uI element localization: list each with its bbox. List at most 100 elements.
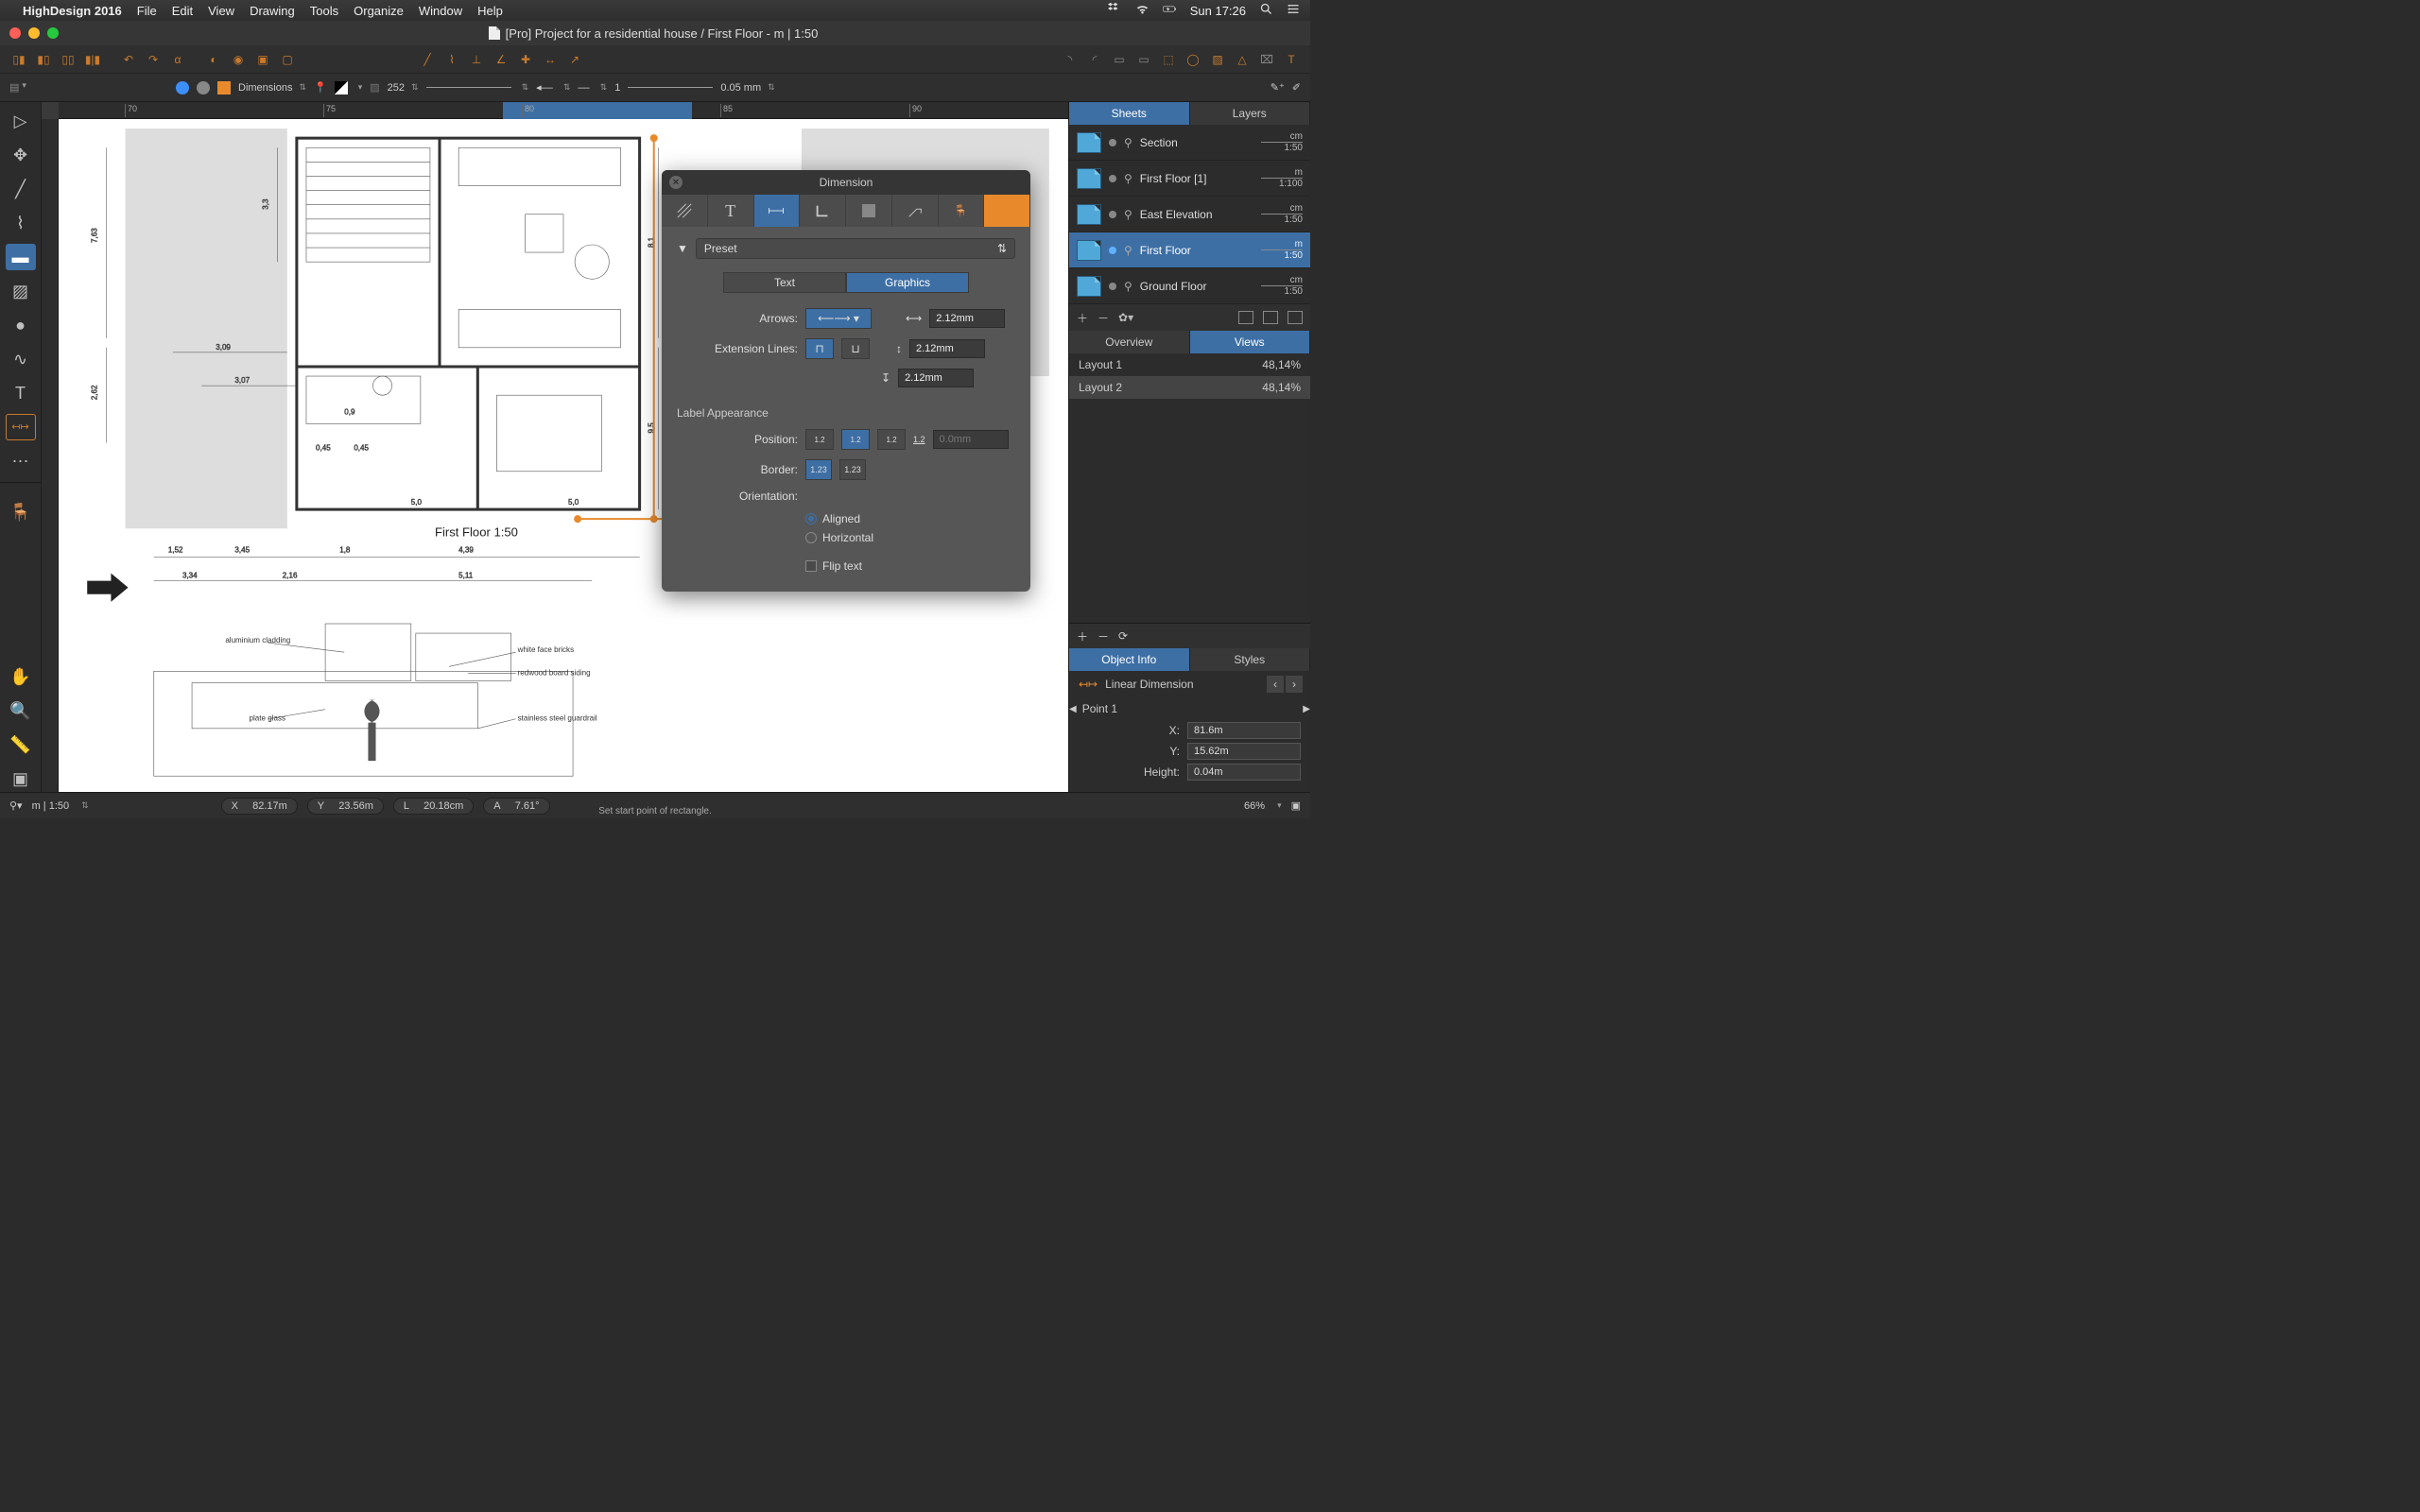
fit-icon[interactable]: ▣	[1291, 799, 1301, 812]
ruler-horizontal[interactable]: 70 75 80 85 90	[59, 102, 1068, 119]
cross-icon[interactable]: ✚	[516, 51, 535, 68]
diag-icon[interactable]: ↗	[565, 51, 584, 68]
close-panel-button[interactable]: ✕	[669, 176, 683, 189]
color-swatch-blue[interactable]	[176, 81, 189, 94]
view-mode-2-icon[interactable]	[1263, 311, 1278, 324]
subtab-text[interactable]: Text	[723, 272, 846, 293]
preset-dropdown[interactable]: Preset⇅	[696, 238, 1015, 259]
line-tool[interactable]: ╱	[6, 176, 36, 202]
alpha-icon[interactable]: α	[168, 51, 187, 68]
move-tool[interactable]: ✥	[6, 142, 36, 168]
dim-tab-text[interactable]: T	[708, 195, 754, 227]
pan-tool[interactable]: ✋	[6, 663, 36, 690]
prev-object-button[interactable]: ‹	[1267, 676, 1284, 693]
menu-extras-icon[interactable]	[1287, 2, 1301, 19]
sheet-settings-button[interactable]: ✿▾	[1118, 311, 1133, 324]
app-name[interactable]: HighDesign 2016	[23, 4, 122, 18]
menu-view[interactable]: View	[208, 4, 234, 18]
text-rect-icon[interactable]: ⌧	[1257, 51, 1276, 68]
sheet-first-floor[interactable]: ⚲First Floorm1:50	[1069, 232, 1310, 268]
y-field[interactable]	[1187, 743, 1301, 760]
dim-tab-color[interactable]	[984, 195, 1030, 227]
ext-off-button[interactable]: ⊔	[841, 338, 870, 359]
spline-tool[interactable]: ∿	[6, 346, 36, 372]
lineweight-dropdown[interactable]: 0.05 mm⇅	[720, 82, 774, 94]
x-field[interactable]	[1187, 722, 1301, 739]
pos-below-button[interactable]: 1.2	[877, 429, 906, 450]
menubar-clock[interactable]: Sun 17:26	[1190, 4, 1246, 18]
tab-overview[interactable]: Overview	[1069, 331, 1190, 353]
dim-tab-fill[interactable]	[846, 195, 892, 227]
menu-tools[interactable]: Tools	[310, 4, 338, 18]
lw-num[interactable]: 1	[614, 82, 620, 94]
snap-icon[interactable]: ⚲▾	[9, 799, 23, 812]
view-mode-1-icon[interactable]	[1238, 311, 1253, 324]
dropbox-icon[interactable]	[1108, 2, 1122, 19]
dim-tab-hatch[interactable]	[662, 195, 708, 227]
add-sheet-button[interactable]: ＋	[1077, 310, 1088, 326]
size-field[interactable]: 252⇅	[388, 82, 419, 94]
toggle-1-icon[interactable]: ◐	[204, 51, 223, 68]
color-swatch-orange[interactable]	[217, 81, 231, 94]
pos-above-button[interactable]: 1.2	[841, 429, 870, 450]
rect-icon[interactable]: ▭	[1110, 51, 1129, 68]
polyline-tool[interactable]: ⌇	[6, 210, 36, 236]
color-swatch-gray[interactable]	[197, 81, 210, 94]
wand-icon[interactable]: ✎⁺	[1270, 81, 1285, 94]
close-window-button[interactable]	[9, 27, 21, 39]
text-tool-icon[interactable]: T	[1282, 51, 1301, 68]
toggle-4-icon[interactable]: ▢	[278, 51, 297, 68]
ruler-vertical[interactable]	[42, 119, 59, 792]
zoom-tool[interactable]: 🔍	[6, 697, 36, 724]
dimension-tool[interactable]: ↤↦	[6, 414, 36, 440]
dimension-panel[interactable]: ✕ Dimension T 🪑 ▼ Preset⇅ Text Graphics …	[662, 170, 1030, 592]
hatch-tool[interactable]: ▨	[6, 278, 36, 304]
align-center-icon[interactable]: ▮▯	[34, 51, 53, 68]
wifi-icon[interactable]	[1135, 2, 1150, 19]
layer-dropdown[interactable]: Dimensions⇅	[238, 82, 306, 94]
menu-edit[interactable]: Edit	[172, 4, 193, 18]
flip-text-checkbox[interactable]: Flip text	[805, 559, 1015, 573]
bw-swatch[interactable]	[335, 81, 348, 94]
dim-tab-symbol[interactable]: 🪑	[939, 195, 985, 227]
remove-sheet-button[interactable]: －	[1098, 310, 1109, 326]
tab-sheets[interactable]: Sheets	[1069, 102, 1190, 125]
pointer-tool[interactable]: ▷	[6, 108, 36, 134]
hatch-pattern-icon[interactable]: ▨	[370, 81, 379, 94]
arrow-style-button[interactable]: ⟵⟶ ▾	[805, 308, 872, 329]
hatch-icon[interactable]: ▨	[1208, 51, 1227, 68]
wand2-icon[interactable]: ✐	[1292, 81, 1301, 94]
ext-gap-field[interactable]	[909, 339, 985, 358]
menu-drawing[interactable]: Drawing	[250, 4, 295, 18]
symbol-tool[interactable]: 🪑	[6, 499, 36, 525]
sheet-ground-floor[interactable]: ⚲Ground Floorcm1:50	[1069, 268, 1310, 304]
subtab-graphics[interactable]: Graphics	[846, 272, 969, 293]
units-readout[interactable]: m | 1:50	[32, 800, 70, 812]
battery-icon[interactable]	[1163, 2, 1177, 19]
ext-on-button[interactable]: ⊓	[805, 338, 834, 359]
undo-icon[interactable]: ↶	[119, 51, 138, 68]
redo-icon[interactable]: ↷	[144, 51, 163, 68]
layer-vis-icon[interactable]: ▤▾	[9, 79, 28, 96]
polyline-icon[interactable]: ⌇	[442, 51, 461, 68]
circle-tool[interactable]: ●	[6, 312, 36, 338]
sheet-east-elevation[interactable]: ⚲East Elevationcm1:50	[1069, 197, 1310, 232]
zoom-window-button[interactable]	[47, 27, 59, 39]
pos-over-button[interactable]: 1.2	[805, 429, 834, 450]
pin-icon[interactable]: 📍	[314, 81, 327, 94]
arrow-end-icon[interactable]: ––	[578, 82, 589, 94]
menu-file[interactable]: File	[137, 4, 157, 18]
sheet-first-floor-1[interactable]: ⚲First Floor [1]m1:100	[1069, 161, 1310, 197]
measure-tool[interactable]: 📏	[6, 731, 36, 758]
border-box-button[interactable]: 1.23	[839, 459, 866, 480]
align-left-icon[interactable]: ▯▮	[9, 51, 28, 68]
tab-layers[interactable]: Layers	[1190, 102, 1311, 125]
next-point-button[interactable]: ▶	[1303, 704, 1310, 714]
distribute-icon[interactable]: ▯▯	[59, 51, 78, 68]
toggle-2-icon[interactable]: ◉	[229, 51, 248, 68]
position-offset-field[interactable]	[933, 430, 1009, 449]
zoom-readout[interactable]: 66%	[1244, 800, 1265, 812]
rectangle-tool[interactable]: ▬	[6, 244, 36, 270]
dim-tab-graphics[interactable]	[754, 195, 801, 227]
refresh-view-button[interactable]: ⟳	[1118, 629, 1128, 643]
